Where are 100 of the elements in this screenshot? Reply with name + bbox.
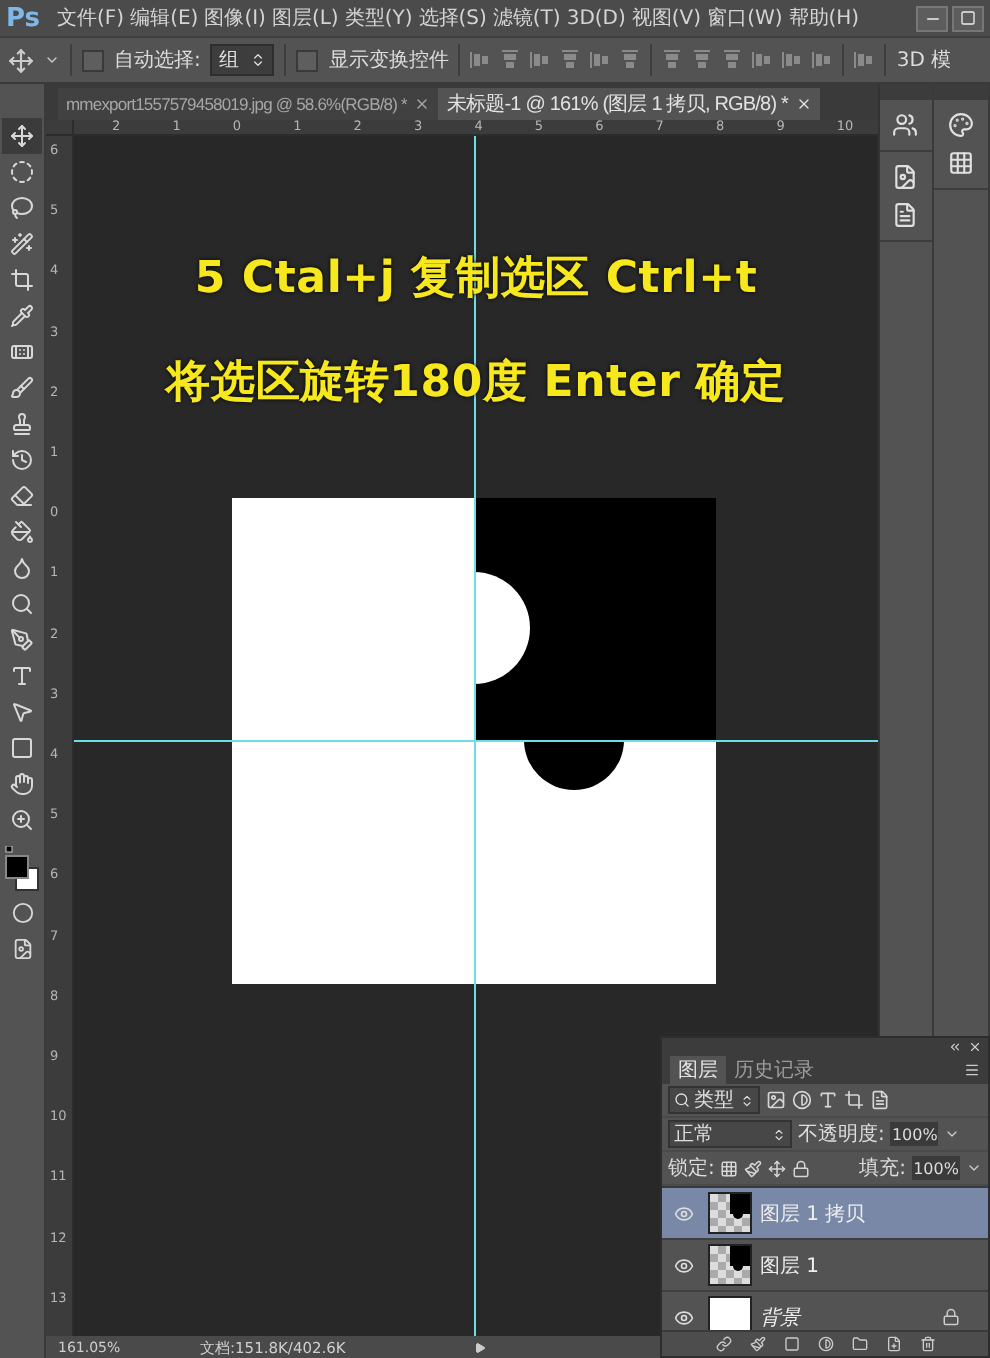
menu-item[interactable]: 选择(S)	[415, 4, 490, 32]
blend-mode-select[interactable]: 正常	[668, 1120, 792, 1148]
magnifier-icon	[10, 592, 34, 616]
brush-icon[interactable]	[744, 1159, 763, 1177]
grid-button[interactable]	[947, 150, 974, 176]
menu-item[interactable]: 窗口(W)	[704, 4, 786, 32]
menu-item[interactable]: 3D(D)	[563, 7, 629, 29]
panel-tab[interactable]: 历史记录	[726, 1056, 822, 1084]
document-icon	[892, 202, 919, 228]
document-button[interactable]	[892, 202, 919, 228]
layer-thumbnail	[708, 1192, 752, 1234]
maximize-icon	[960, 10, 976, 26]
eye-glyph-icon	[674, 1307, 694, 1327]
fill-field[interactable]: 100%	[912, 1156, 960, 1180]
type-icon[interactable]	[818, 1090, 838, 1110]
half-circle-icon[interactable]	[817, 1336, 833, 1352]
menu-item[interactable]: 编辑(E)	[127, 4, 202, 32]
menu-item[interactable]: 视图(V)	[628, 4, 705, 32]
lock-label: 锁定:	[668, 1155, 715, 1182]
circle-icon	[11, 901, 33, 923]
brush-icon	[10, 376, 34, 400]
grid-icon	[947, 150, 974, 176]
eraser-icon	[10, 484, 34, 508]
palette-icon	[947, 112, 974, 138]
move-icon[interactable]	[8, 47, 34, 73]
document-tab[interactable]: mmexport1557579458019.jpg @ 58.6%(RGB/8) *	[58, 88, 439, 120]
tool-button[interactable]	[2, 118, 42, 154]
close-icon[interactable]	[796, 96, 813, 112]
opacity-field[interactable]: 100%	[890, 1122, 939, 1146]
close-icon[interactable]	[414, 96, 431, 112]
filter-select[interactable]: 类型	[668, 1086, 760, 1114]
zoom-icon	[10, 808, 34, 832]
layer-thumbnail	[708, 1244, 752, 1286]
image-icon[interactable]	[766, 1090, 786, 1110]
history-icon	[10, 448, 34, 472]
caret-icon[interactable]	[44, 52, 60, 68]
target-select[interactable]: 组	[210, 44, 275, 76]
palette-button[interactable]	[947, 112, 974, 138]
menu-item[interactable]: 图层(L)	[268, 4, 342, 32]
opacity-label: 不透明度:	[798, 1121, 885, 1148]
caret-icon[interactable]	[966, 1160, 982, 1176]
eye-glyph-icon	[674, 1255, 694, 1275]
search-icon	[674, 1092, 690, 1108]
tab-title: mmexport1557579458019.jpg @ 58.6%(RGB/8) *	[66, 94, 407, 114]
lock-icon[interactable]	[792, 1159, 811, 1177]
minimize-button[interactable]	[916, 5, 948, 31]
updown-caret-icon	[772, 1127, 786, 1141]
pen-icon	[10, 628, 34, 652]
panel-tab[interactable]: 图层	[670, 1056, 726, 1084]
maximize-button[interactable]	[952, 5, 984, 31]
menu-icon[interactable]	[964, 1062, 980, 1078]
users-button[interactable]	[892, 112, 919, 138]
eyedropper-icon	[10, 304, 34, 328]
droplet-icon	[10, 556, 34, 580]
auto-select-label: 自动选择:	[114, 47, 201, 74]
updown-caret-icon	[250, 52, 267, 68]
type-icon	[10, 664, 34, 688]
bandage-icon	[10, 340, 34, 364]
menu-item[interactable]: 滤镜(T)	[489, 4, 564, 32]
layer-name: 图层 1 拷贝	[760, 1201, 866, 1227]
paint-bucket-icon	[10, 520, 34, 544]
layer-row[interactable]: 图层 1 拷贝	[662, 1188, 988, 1240]
close-icon[interactable]	[968, 1039, 982, 1053]
layer-name: 背景	[760, 1305, 800, 1330]
menu-item[interactable]: 类型(Y)	[341, 4, 416, 32]
crop-icon	[10, 268, 34, 292]
show-transform-label: 显示变换控件	[328, 47, 449, 74]
move-icon	[10, 124, 34, 148]
menu-item[interactable]: 文件(F)	[54, 4, 128, 32]
play-icon[interactable]	[474, 1341, 487, 1353]
move-icon[interactable]	[768, 1159, 787, 1177]
updown-caret-icon	[740, 1093, 754, 1107]
menu-item[interactable]: 帮助(H)	[785, 4, 863, 32]
collapse-icon[interactable]	[948, 1039, 962, 1053]
document-icon[interactable]	[870, 1090, 890, 1110]
tab-title: 未标题-1 @ 161% (图层 1 拷贝, RGB/8) *	[446, 91, 789, 118]
image-file-icon	[11, 937, 33, 959]
mask-icon[interactable]	[783, 1336, 799, 1352]
trash-icon[interactable]	[919, 1336, 935, 1352]
checkbox[interactable]	[82, 49, 104, 71]
folder-icon[interactable]	[851, 1336, 867, 1352]
lasso-icon	[10, 196, 34, 220]
menu-item[interactable]: 图像(I)	[201, 4, 269, 32]
new-layer-icon[interactable]	[885, 1336, 901, 1352]
stamp-icon	[10, 412, 34, 436]
image-file-icon	[892, 164, 919, 190]
color-swatches-icon[interactable]	[4, 846, 40, 894]
eye-glyph-icon	[674, 1203, 694, 1223]
wand-icon	[10, 232, 34, 256]
image-file-button[interactable]	[892, 164, 919, 190]
caret-icon[interactable]	[944, 1126, 961, 1142]
square-icon	[10, 736, 34, 760]
hand-icon	[10, 772, 34, 796]
link-icon[interactable]	[715, 1336, 731, 1352]
document-tab[interactable]: 未标题-1 @ 161% (图层 1 拷贝, RGB/8) *	[438, 88, 821, 120]
crop-icon[interactable]	[844, 1090, 864, 1110]
layer-row[interactable]: 图层 1	[662, 1240, 988, 1292]
checkbox[interactable]	[296, 49, 319, 71]
half-circle-icon[interactable]	[792, 1090, 812, 1110]
grid-icon[interactable]	[720, 1159, 739, 1177]
